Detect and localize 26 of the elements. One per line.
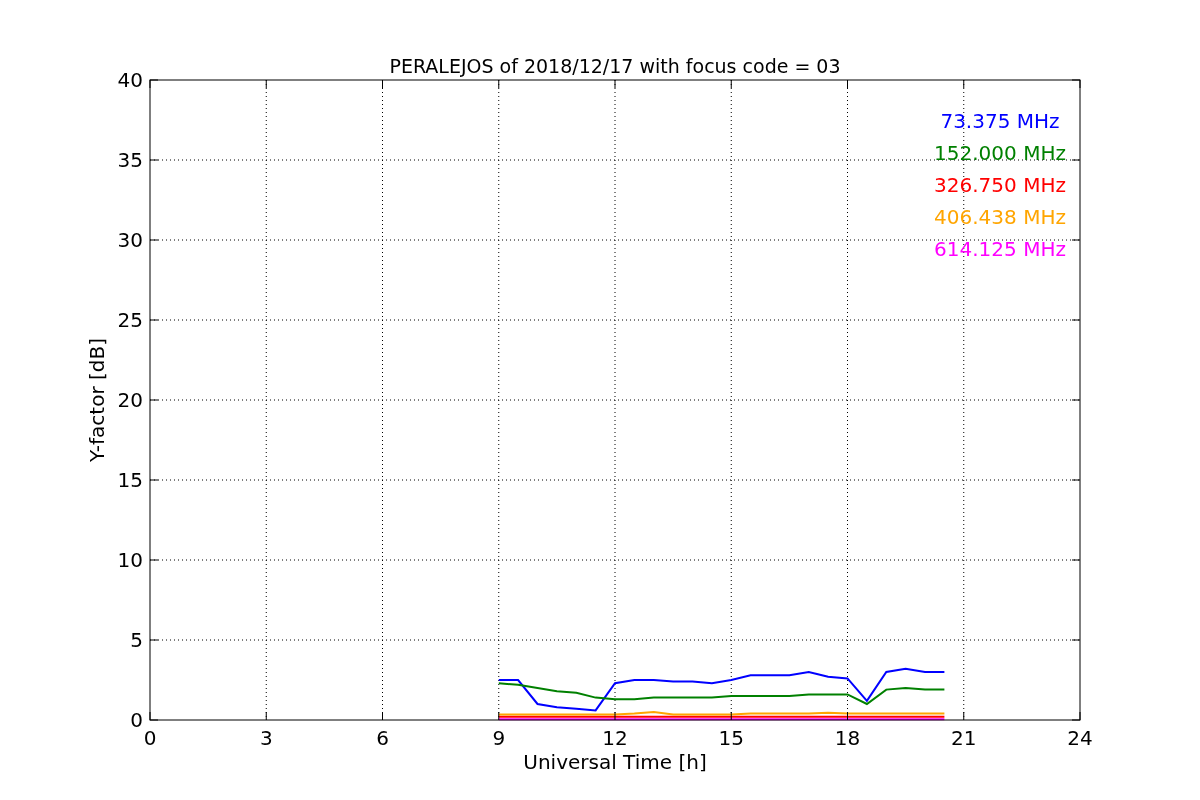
chart-title: PERALEJOS of 2018/12/17 with focus code = 03 [389,55,841,77]
y-tick-label: 30 [117,228,143,252]
legend-label: 73.375 MHz [940,109,1060,133]
y-tick-label: 35 [117,148,143,172]
x-axis-label: Universal Time [h] [523,750,707,774]
x-tick-label: 6 [376,726,389,750]
x-tick-label: 18 [834,726,861,750]
x-tick-label: 0 [143,726,157,750]
legend-label: 152.000 MHz [934,141,1066,165]
x-tick-label: 3 [259,726,273,750]
x-tick-label: 9 [492,726,506,750]
y-tick-label: 25 [117,308,143,332]
legend-label: 326.750 MHz [934,173,1066,197]
y-tick-label: 0 [130,708,143,732]
y-tick-label: 5 [130,628,143,652]
legend-label: 614.125 MHz [934,237,1066,261]
x-tick-label: 24 [1067,726,1093,750]
x-tick-label: 21 [951,726,977,750]
y-tick-label: 15 [117,468,143,492]
y-axis-label: Y-factor [dB] [85,338,109,462]
x-tick-label: 15 [718,726,744,750]
y-tick-label: 10 [117,548,143,572]
x-tick-label: 12 [602,726,628,750]
y-tick-label: 40 [117,68,143,92]
legend-label: 406.438 MHz [934,205,1066,229]
y-tick-label: 20 [117,388,143,412]
